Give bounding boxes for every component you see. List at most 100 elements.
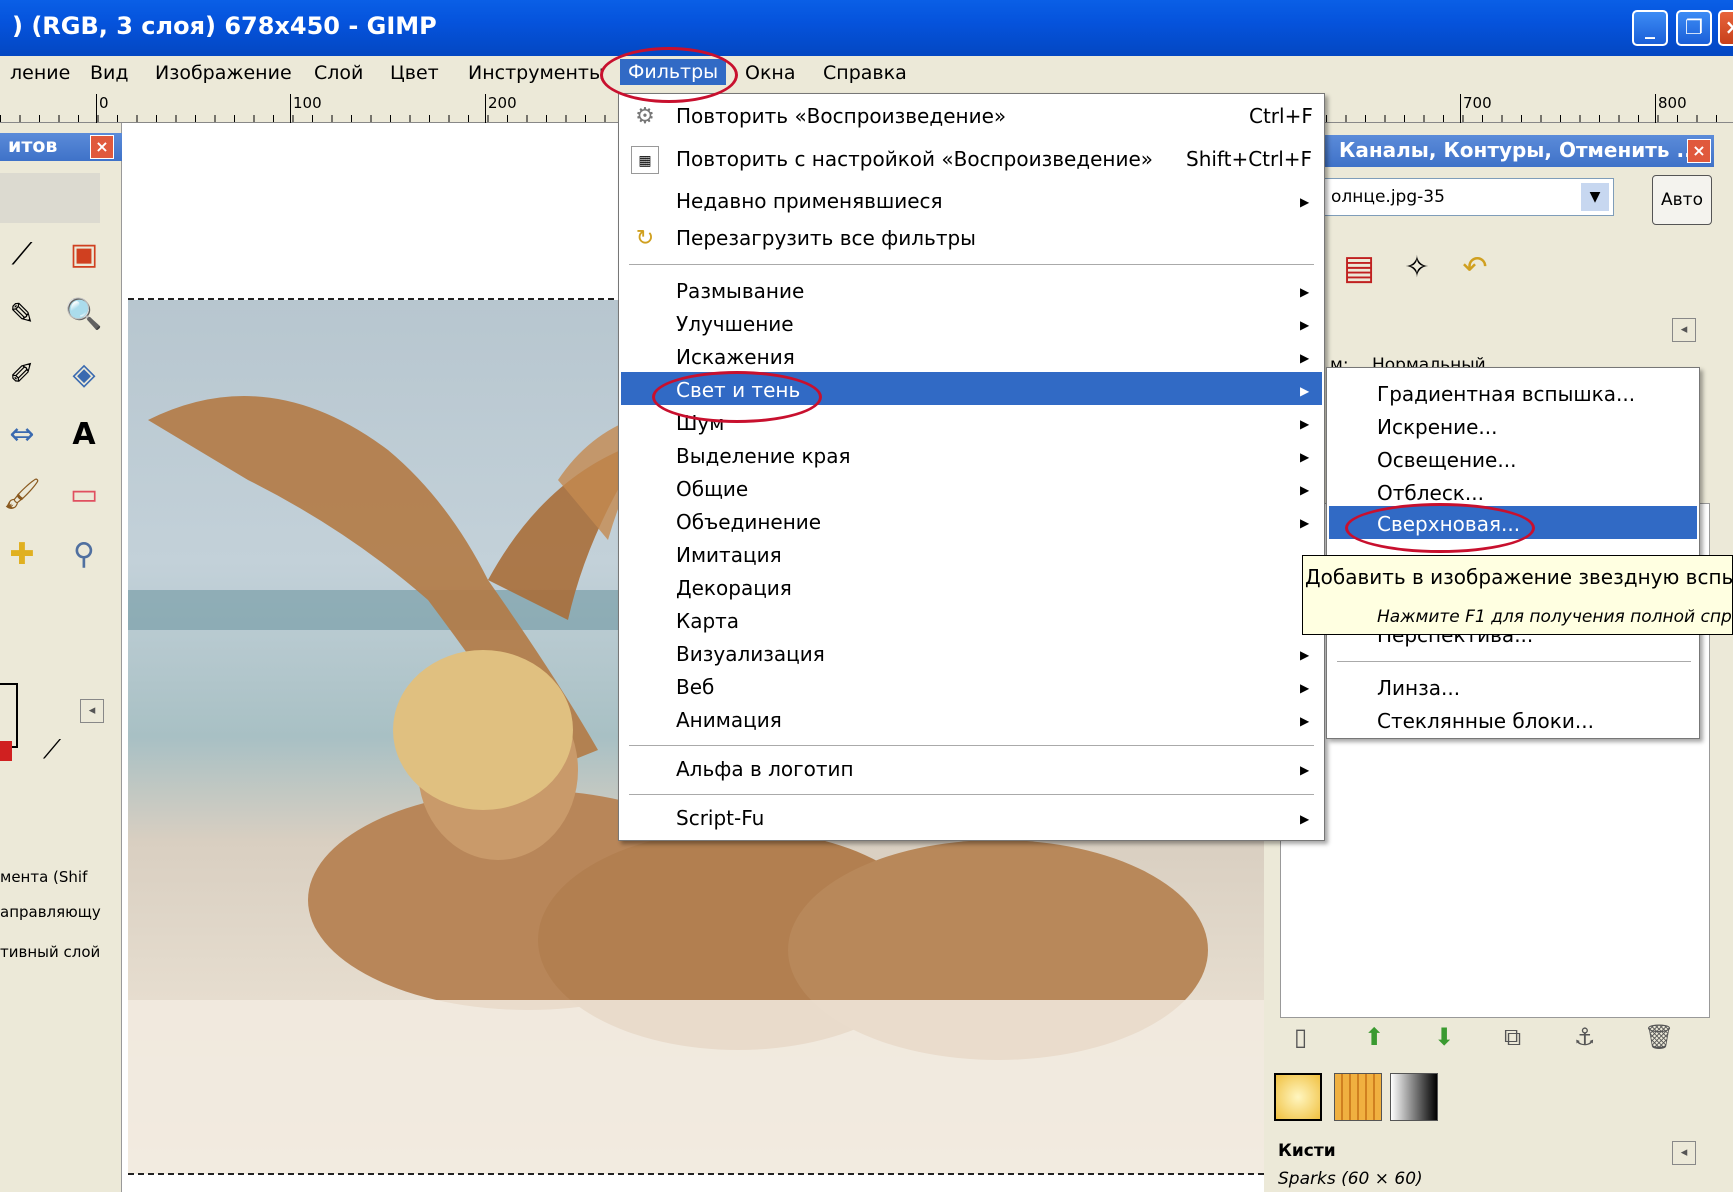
menu-color[interactable]: Цвет <box>390 62 439 84</box>
maximize-button[interactable]: ❐ <box>1676 10 1712 46</box>
paintbrush-icon[interactable]: 🖌 <box>0 473 44 517</box>
submenu-item-glass-tile[interactable]: Стеклянные блоки... <box>1377 709 1594 733</box>
submenu-item-lighting[interactable]: Освещение... <box>1377 448 1516 472</box>
menu-item-decor[interactable]: Декорация <box>676 576 792 600</box>
submenu-item-flare[interactable]: Отблеск... <box>1377 481 1484 505</box>
layers-tab-icon[interactable]: ▤ <box>1334 243 1384 293</box>
annotation-ellipse <box>652 371 822 423</box>
menu-item-distorts[interactable]: Искажения <box>676 345 795 369</box>
eraser-icon[interactable]: ▭ <box>62 473 106 517</box>
minimize-button[interactable]: _ <box>1632 10 1668 46</box>
ruler-label: 200 <box>485 94 517 123</box>
tooltip-hint: Нажмите F1 для получения полной спра <box>1377 607 1733 627</box>
close-window-button[interactable]: × <box>1718 10 1733 46</box>
chevron-right-icon: ▶ <box>1300 483 1310 497</box>
measure-icon[interactable]: ⟋ <box>30 728 74 772</box>
toolbox-header: итов × <box>0 133 122 161</box>
transform-icon[interactable]: ◈ <box>62 353 106 397</box>
toolbox-text: аправляющу <box>0 903 101 921</box>
menu-view[interactable]: Вид <box>90 62 129 84</box>
menu-item-combine[interactable]: Объединение <box>676 510 821 534</box>
menu-separator <box>629 264 1314 265</box>
ruler-label: 800 <box>1655 94 1687 123</box>
submenu-item-gradient-flare[interactable]: Градиентная вспышка... <box>1377 382 1635 406</box>
menu-item-recent[interactable]: Недавно применявшиеся <box>676 189 943 213</box>
dock-tab-header[interactable]: Каналы, Контуры, Отменить ... <box>1264 135 1714 167</box>
chevron-right-icon: ▶ <box>1300 763 1310 777</box>
menu-tools[interactable]: Инструменты <box>468 62 604 84</box>
menu-item-blur[interactable]: Размывание <box>676 279 804 303</box>
menu-separator <box>629 794 1314 795</box>
fuzzy-select-icon[interactable]: ⟋ <box>0 233 44 277</box>
reshow-icon: ▦ <box>631 146 659 174</box>
menu-item-map[interactable]: Карта <box>676 609 739 633</box>
menu-item-script-fu[interactable]: Script-Fu <box>676 806 764 830</box>
window-title: ) (RGB, 3 слоя) 678x450 - GIMP <box>12 12 437 40</box>
new-layer-icon[interactable]: ▯ <box>1294 1023 1307 1051</box>
color-select-icon[interactable]: ▣ <box>62 233 106 277</box>
anchor-icon[interactable]: ⚓ <box>1574 1023 1596 1051</box>
paths-tab-icon[interactable]: ✧ <box>1392 243 1442 293</box>
chevron-down-icon[interactable]: ▼ <box>1581 183 1609 211</box>
auto-button[interactable]: Авто <box>1652 175 1712 225</box>
panel-menu-icon[interactable]: ◂ <box>1672 318 1696 342</box>
menu-image[interactable]: Изображение <box>155 62 292 84</box>
text-tool-icon[interactable]: A <box>62 413 106 457</box>
menu-item-repeat[interactable]: Повторить «Воспроизведение» <box>676 104 1006 128</box>
raise-layer-icon[interactable]: ⬆ <box>1364 1023 1384 1051</box>
color-swatch[interactable] <box>0 683 18 748</box>
menu-edit[interactable]: ление <box>10 62 70 84</box>
paths-icon[interactable]: ✐ <box>0 353 44 397</box>
brushes-title: Кисти <box>1278 1141 1336 1161</box>
window-titlebar: ) (RGB, 3 слоя) 678x450 - GIMP _ ❐ × <box>0 0 1733 56</box>
delete-layer-icon[interactable]: 🗑 <box>1644 1023 1674 1051</box>
menu-item-animation[interactable]: Анимация <box>676 708 782 732</box>
toolbox-panel: итов × ⟋ ▣ ✎ 🔍 ✐ ◈ ⇔ A 🖌 ▭ ✚ ⚲ ◂ ⟋ мента… <box>0 123 122 1192</box>
guide-indicator <box>0 741 12 761</box>
heal-icon[interactable]: ✚ <box>0 533 44 577</box>
annotation-ellipse <box>600 47 738 103</box>
chevron-right-icon: ▶ <box>1300 450 1310 464</box>
pattern-tab-icon[interactable] <box>1334 1073 1382 1121</box>
menu-item-enhance[interactable]: Улучшение <box>676 312 794 336</box>
undo-tab-icon[interactable]: ↶ <box>1450 243 1500 293</box>
menu-item-reshow[interactable]: Повторить с настройкой «Воспроизведение» <box>676 147 1153 171</box>
reload-icon: ↻ <box>635 226 655 251</box>
close-icon[interactable]: × <box>1687 139 1711 163</box>
menu-item-alpha-to-logo[interactable]: Альфа в логотип <box>676 757 854 781</box>
brush-tab-icon[interactable] <box>1274 1073 1322 1121</box>
tool-options-area <box>0 173 100 223</box>
menu-windows[interactable]: Окна <box>745 62 796 84</box>
flip-icon[interactable]: ⇔ <box>0 413 44 457</box>
tooltip: Добавить в изображение звездную вспыш На… <box>1302 555 1733 635</box>
chevron-right-icon: ▶ <box>1300 351 1310 365</box>
submenu-item-sparkle[interactable]: Искрение... <box>1377 415 1498 439</box>
zoom-icon[interactable]: 🔍 <box>62 293 106 337</box>
color-picker-icon[interactable]: ✎ <box>0 293 44 337</box>
annotation-ellipse <box>1345 503 1535 553</box>
submenu-item-lens[interactable]: Линза... <box>1377 676 1460 700</box>
tooltip-text: Добавить в изображение звездную вспыш <box>1305 565 1733 589</box>
panel-menu-icon[interactable]: ◂ <box>1672 1141 1696 1165</box>
light-shadow-submenu: Градиентная вспышка... Искрение... Освещ… <box>1326 367 1700 739</box>
menu-item-artistic[interactable]: Имитация <box>676 543 782 567</box>
menu-item-reload[interactable]: Перезагрузить все фильтры <box>676 226 976 250</box>
layers-toolbar: ▯ ⬆ ⬇ ⧉ ⚓ 🗑 <box>1294 1023 1694 1063</box>
menu-help[interactable]: Справка <box>823 62 907 84</box>
shortcut-label: Ctrl+F <box>1249 104 1313 128</box>
menu-item-generic[interactable]: Общие <box>676 477 748 501</box>
menu-layer[interactable]: Слой <box>314 62 363 84</box>
menu-item-render[interactable]: Визуализация <box>676 642 825 666</box>
lower-layer-icon[interactable]: ⬇ <box>1434 1023 1454 1051</box>
menu-separator <box>1337 661 1691 662</box>
chevron-right-icon: ▶ <box>1300 318 1310 332</box>
duplicate-layer-icon[interactable]: ⧉ <box>1504 1023 1521 1051</box>
menu-item-edge-detect[interactable]: Выделение края <box>676 444 851 468</box>
gradient-tab-icon[interactable] <box>1390 1073 1438 1121</box>
menu-item-web[interactable]: Веб <box>676 675 714 699</box>
chevron-right-icon: ▶ <box>1300 195 1310 209</box>
clone-stamp-icon[interactable]: ⚲ <box>62 533 106 577</box>
chevron-right-icon: ▶ <box>1300 384 1310 398</box>
close-icon[interactable]: × <box>90 135 114 159</box>
panel-menu-icon[interactable]: ◂ <box>80 699 104 723</box>
